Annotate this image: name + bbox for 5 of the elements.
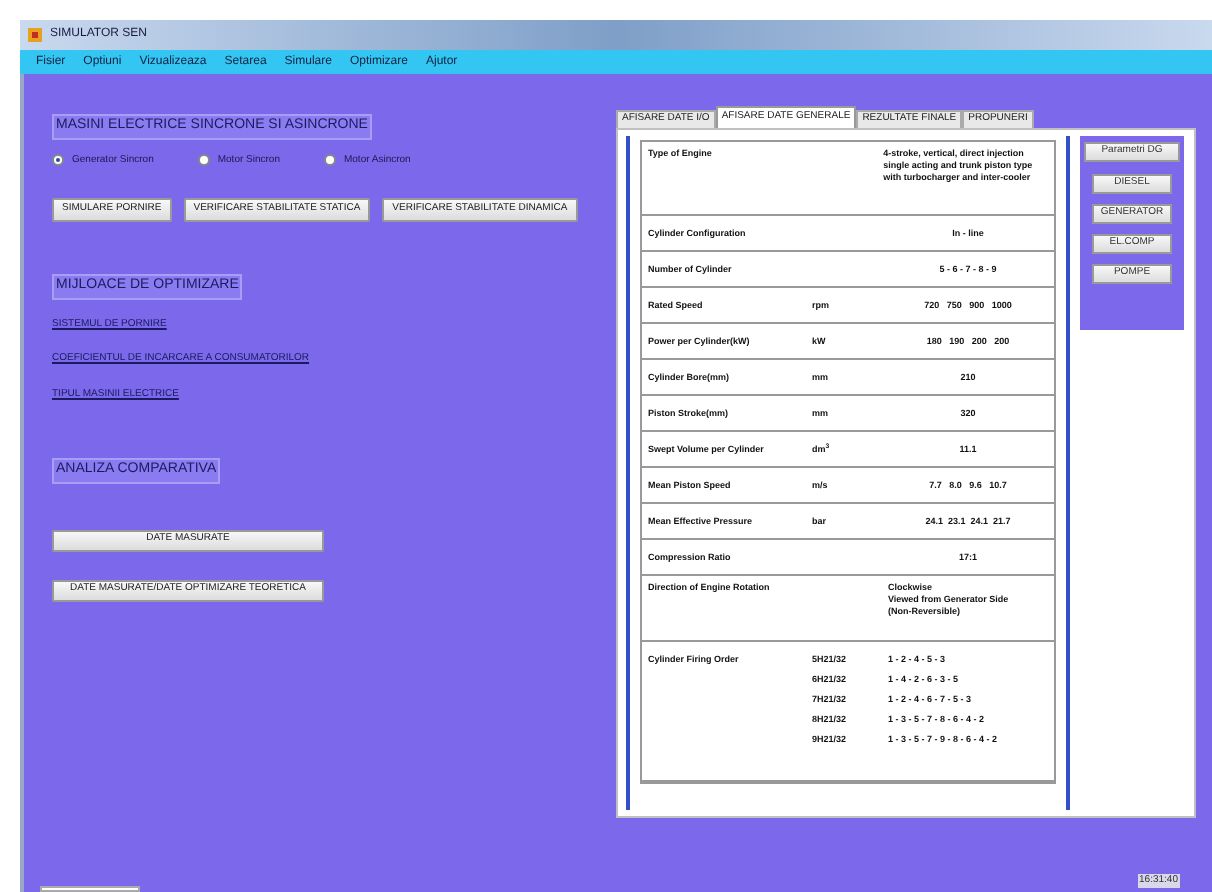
app-icon bbox=[28, 28, 42, 42]
radio-button[interactable] bbox=[52, 154, 64, 167]
radio-button[interactable] bbox=[323, 154, 336, 167]
radio-button[interactable] bbox=[197, 154, 210, 167]
status-box bbox=[40, 886, 140, 892]
